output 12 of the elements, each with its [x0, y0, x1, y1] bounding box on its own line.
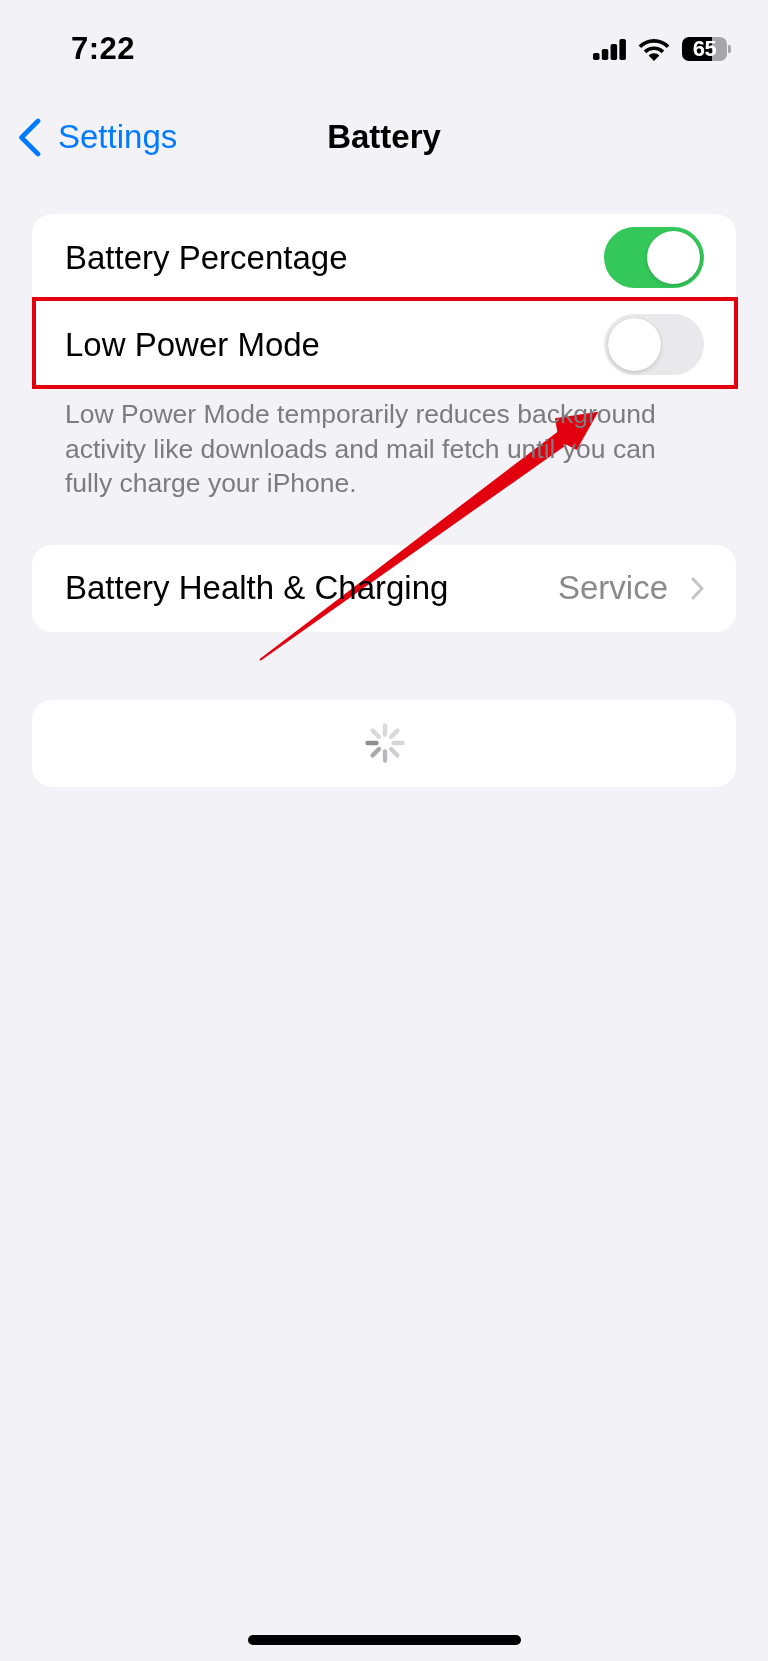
wifi-icon — [637, 37, 671, 61]
row-label: Battery Percentage — [65, 238, 349, 277]
back-button[interactable]: Settings — [18, 117, 178, 157]
signal-icon — [593, 38, 626, 60]
status-time: 7:22 — [71, 31, 136, 67]
back-chevron-icon — [18, 117, 41, 157]
loading-spinner-icon — [364, 723, 405, 763]
chevron-icon — [691, 576, 704, 600]
toggle-switch[interactable] — [604, 227, 704, 288]
row-value: Service — [557, 569, 668, 607]
row-label: Low Power Mode — [65, 325, 321, 364]
page-title: Battery — [327, 118, 441, 156]
